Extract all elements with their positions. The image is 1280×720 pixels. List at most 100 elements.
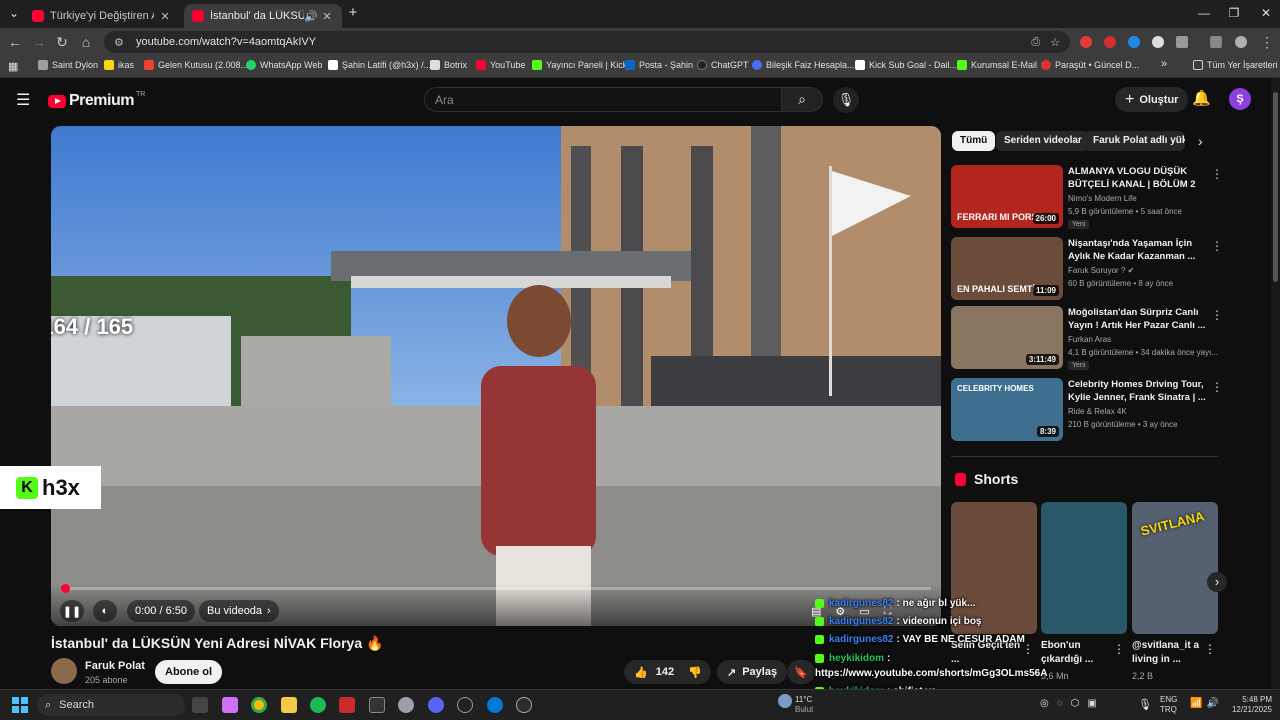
all-bookmarks[interactable]: Tüm Yer İşaretleri bbox=[1193, 60, 1278, 70]
save-button[interactable]: 🔖 bbox=[787, 660, 815, 684]
microphone-icon[interactable]: 🎙 bbox=[1138, 698, 1152, 711]
recommendation-item[interactable]: CELEBRITY HOMES 8:39 Celebrity Homes Dri… bbox=[951, 378, 1223, 442]
chip-channel[interactable]: Faruk Polat adlı yükle bbox=[1085, 131, 1185, 151]
notifications-bell-icon[interactable]: 🔔 bbox=[1192, 89, 1211, 107]
bookmark-item[interactable]: ikas bbox=[104, 60, 134, 70]
profile-icon[interactable] bbox=[1235, 36, 1247, 48]
home-icon[interactable]: ⌂ bbox=[77, 34, 95, 50]
spotify-icon[interactable] bbox=[310, 697, 326, 713]
page-scrollbar[interactable] bbox=[1271, 78, 1280, 689]
like-count[interactable]: 142 bbox=[656, 666, 674, 678]
speaker-icon[interactable]: 🔊 bbox=[304, 10, 318, 23]
channel-avatar[interactable] bbox=[51, 658, 77, 684]
close-tab-icon[interactable]: ✕ bbox=[320, 10, 334, 23]
video-player[interactable]: 📍 164 / 165 ❚❚ ◐ 0:00 / 6:50 Bu videoda ›… bbox=[51, 126, 941, 626]
minimize-icon[interactable]: — bbox=[1192, 6, 1216, 20]
close-window-icon[interactable]: ✕ bbox=[1254, 6, 1278, 20]
app-icon[interactable] bbox=[487, 697, 503, 713]
short-thumbnail[interactable] bbox=[951, 502, 1037, 634]
tray-icons[interactable]: ◎◌⬡▣ bbox=[1040, 699, 1105, 709]
tab-1[interactable]: Türkiye'yi Değiştiren Aile: Koç H ✕ bbox=[24, 4, 180, 28]
bookmark-item[interactable]: Kurumsal E-Mail bbox=[957, 60, 1037, 70]
chevron-right-icon[interactable]: › bbox=[1198, 133, 1203, 149]
dislike-icon[interactable]: 👎 bbox=[688, 666, 702, 679]
youtube-premium-logo[interactable]: Premium TR bbox=[48, 91, 145, 110]
extensions-puzzle-icon[interactable] bbox=[1176, 36, 1188, 48]
weather-icon[interactable] bbox=[778, 694, 792, 708]
capcut-icon[interactable] bbox=[369, 697, 385, 713]
bookmark-star-icon[interactable]: ☆ bbox=[1050, 36, 1060, 49]
taskbar-search[interactable]: ⌕ Search bbox=[37, 694, 185, 716]
task-view-icon[interactable] bbox=[192, 697, 208, 713]
close-tab-icon[interactable]: ✕ bbox=[158, 10, 172, 23]
extension-icon[interactable] bbox=[1104, 36, 1116, 48]
bookmark-item[interactable]: Bileşik Faiz Hesapla... bbox=[752, 60, 855, 70]
site-info-icon[interactable]: ⚙ bbox=[114, 36, 128, 49]
bookmarks-overflow-button[interactable]: » bbox=[1161, 58, 1167, 70]
app-icon[interactable] bbox=[516, 697, 532, 713]
app-icon[interactable] bbox=[398, 697, 414, 713]
chip-all[interactable]: Tümü bbox=[952, 131, 996, 151]
voice-search-button[interactable]: 🎙 bbox=[833, 87, 859, 113]
like-icon[interactable]: 👍 bbox=[634, 666, 648, 679]
create-button[interactable]: + Oluştur bbox=[1115, 87, 1189, 112]
recommendation-item[interactable]: FERRARI MI PORSCHE 26:00 ALMANYA VLOGU D… bbox=[951, 165, 1223, 229]
avatar[interactable]: Ş bbox=[1229, 88, 1251, 110]
bookmark-item[interactable]: Şahin Latifi (@h3x) /... bbox=[328, 60, 431, 70]
bookmark-item[interactable]: Gelen Kutusu (2.008... bbox=[144, 60, 248, 70]
chrome-icon[interactable] bbox=[251, 697, 267, 713]
extension-icon[interactable] bbox=[1080, 36, 1092, 48]
subscribe-button[interactable]: Abone ol bbox=[155, 660, 223, 684]
more-options-icon[interactable]: ⋮ bbox=[1211, 308, 1223, 322]
bookmark-item[interactable]: Posta - Şahin bbox=[625, 60, 693, 70]
restore-icon[interactable]: ❐ bbox=[1222, 6, 1246, 20]
bookmark-item[interactable]: WhatsApp Web bbox=[246, 60, 322, 70]
reading-list-icon[interactable] bbox=[1210, 36, 1222, 48]
video-thumbnail[interactable]: 3:11:49 bbox=[951, 306, 1063, 369]
short-title[interactable]: @svitlana_it a living in ... bbox=[1132, 639, 1204, 667]
obs-icon[interactable] bbox=[457, 697, 473, 713]
bookmark-item[interactable]: Botrix bbox=[430, 60, 467, 70]
more-options-icon[interactable]: ⋮ bbox=[1211, 167, 1223, 181]
hamburger-menu-icon[interactable]: ☰ bbox=[16, 90, 30, 110]
video-thumbnail[interactable]: FERRARI MI PORSCHE 26:00 bbox=[951, 165, 1063, 228]
copilot-icon[interactable] bbox=[222, 697, 238, 713]
more-options-icon[interactable]: ⋮ bbox=[1211, 239, 1223, 253]
short-title[interactable]: Ebon'un çıkardığı ... bbox=[1041, 639, 1113, 667]
input-language[interactable]: ENG TRQ bbox=[1160, 695, 1177, 715]
back-icon[interactable]: ← bbox=[6, 34, 24, 50]
app-icon[interactable] bbox=[339, 697, 355, 713]
bookmark-item[interactable]: YouTube bbox=[476, 60, 525, 70]
video-thumbnail[interactable]: EN PAHALI SEMTİ 11:09 bbox=[951, 237, 1063, 300]
more-options-icon[interactable]: ⋮ bbox=[1211, 380, 1223, 394]
short-thumbnail[interactable]: SVITLANA bbox=[1132, 502, 1218, 634]
recommendation-item[interactable]: 3:11:49 Moğolistan'dan Sürpriz Canlı Yay… bbox=[951, 306, 1223, 370]
discord-icon[interactable] bbox=[428, 697, 444, 713]
bookmark-item[interactable]: Paraşüt • Güncel D... bbox=[1041, 60, 1139, 70]
search-input[interactable]: Ara bbox=[424, 87, 782, 112]
windows-start-icon[interactable] bbox=[12, 697, 28, 713]
channel-name[interactable]: Faruk Polat bbox=[85, 660, 145, 672]
video-thumbnail[interactable]: CELEBRITY HOMES 8:39 bbox=[951, 378, 1063, 441]
progress-scrubber[interactable] bbox=[61, 584, 70, 593]
progress-bar[interactable] bbox=[61, 584, 931, 593]
tab-search-icon[interactable]: ⌄ bbox=[2, 6, 26, 20]
recommendation-item[interactable]: EN PAHALI SEMTİ 11:09 Nişantaşı'nda Yaşa… bbox=[951, 237, 1223, 301]
forward-icon[interactable]: → bbox=[30, 34, 48, 50]
clock[interactable]: 5:48 PM 12/21/2025 bbox=[1226, 695, 1272, 715]
reload-icon[interactable]: ↻ bbox=[53, 34, 71, 51]
scrollbar-thumb[interactable] bbox=[1273, 92, 1278, 282]
chip-series[interactable]: Seriden videolar bbox=[996, 131, 1090, 151]
bookmark-item[interactable]: Saint Dylon bbox=[38, 60, 98, 70]
shorts-next-button[interactable]: › bbox=[1207, 572, 1227, 592]
apps-grid-icon[interactable]: ▦ bbox=[8, 60, 18, 73]
weather-widget[interactable]: 11°C Bulut bbox=[795, 695, 813, 715]
extension-icon[interactable] bbox=[1152, 36, 1164, 48]
more-options-icon[interactable]: ⋮ bbox=[1204, 642, 1216, 656]
volume-button[interactable]: ◐ bbox=[93, 600, 117, 622]
bookmark-item[interactable]: Kick Sub Goal - Dail... bbox=[855, 60, 957, 70]
install-icon[interactable]: ⎙ bbox=[1031, 36, 1040, 49]
search-button[interactable]: ⌕ bbox=[781, 87, 823, 112]
tab-2[interactable]: İstanbul' da LÜKSÜN Yeni A 🔊 ✕ bbox=[184, 4, 342, 28]
chapter-button[interactable]: Bu videoda › bbox=[199, 600, 279, 622]
